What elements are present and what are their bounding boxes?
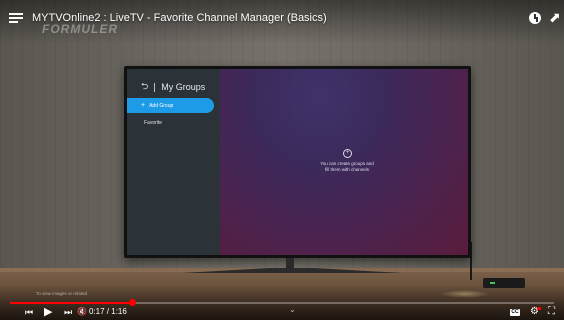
- time-total: 1:16: [111, 307, 127, 316]
- tv-sidebar: ⮌ My Groups + Add Group Favorite: [127, 69, 220, 255]
- empty-state-line-2: fill them with channels: [324, 166, 370, 172]
- formuler-logo: FORMULER: [42, 22, 118, 36]
- progress-scrubber[interactable]: [129, 299, 136, 306]
- header-divider: [154, 82, 156, 92]
- plus-icon: +: [141, 102, 146, 109]
- back-arrow-icon: ⮌: [141, 81, 149, 91]
- menu-icon[interactable]: [9, 13, 23, 23]
- empty-state-text: You can create groups and fill them with…: [290, 161, 404, 172]
- chevron-down-icon[interactable]: ⌄: [289, 305, 296, 314]
- add-group-button: + Add Group: [127, 98, 214, 113]
- mute-icon[interactable]: 🔇: [77, 307, 87, 317]
- group-item-favorite: Favorite: [144, 120, 163, 126]
- sidebar-title: My Groups: [161, 82, 206, 92]
- set-top-box-led: [490, 282, 495, 284]
- tv-screen: ⮌ My Groups + Add Group Favorite + You c…: [127, 69, 468, 255]
- progress-fill: [10, 302, 132, 304]
- cc-icon[interactable]: CC: [510, 309, 520, 316]
- share-icon[interactable]: ⬈: [549, 10, 561, 24]
- hd-badge: [537, 307, 541, 310]
- tv-main-panel: + You can create groups and fill them wi…: [220, 69, 468, 255]
- skip-previous-icon[interactable]: ⏮: [25, 307, 33, 317]
- watch-later-icon[interactable]: [529, 12, 541, 24]
- add-circle-icon: +: [343, 149, 352, 158]
- time-display: 0:17 / 1:16: [89, 307, 127, 317]
- fullscreen-icon[interactable]: ⛶: [548, 307, 555, 317]
- add-group-label: Add Group: [149, 102, 174, 109]
- time-current: 0:17: [89, 307, 105, 316]
- play-icon[interactable]: ▶: [44, 307, 52, 318]
- skip-next-icon[interactable]: ⏭: [64, 307, 72, 317]
- preview-caption: To view images or related: [36, 291, 88, 296]
- sidebar-header: ⮌ My Groups: [141, 79, 205, 95]
